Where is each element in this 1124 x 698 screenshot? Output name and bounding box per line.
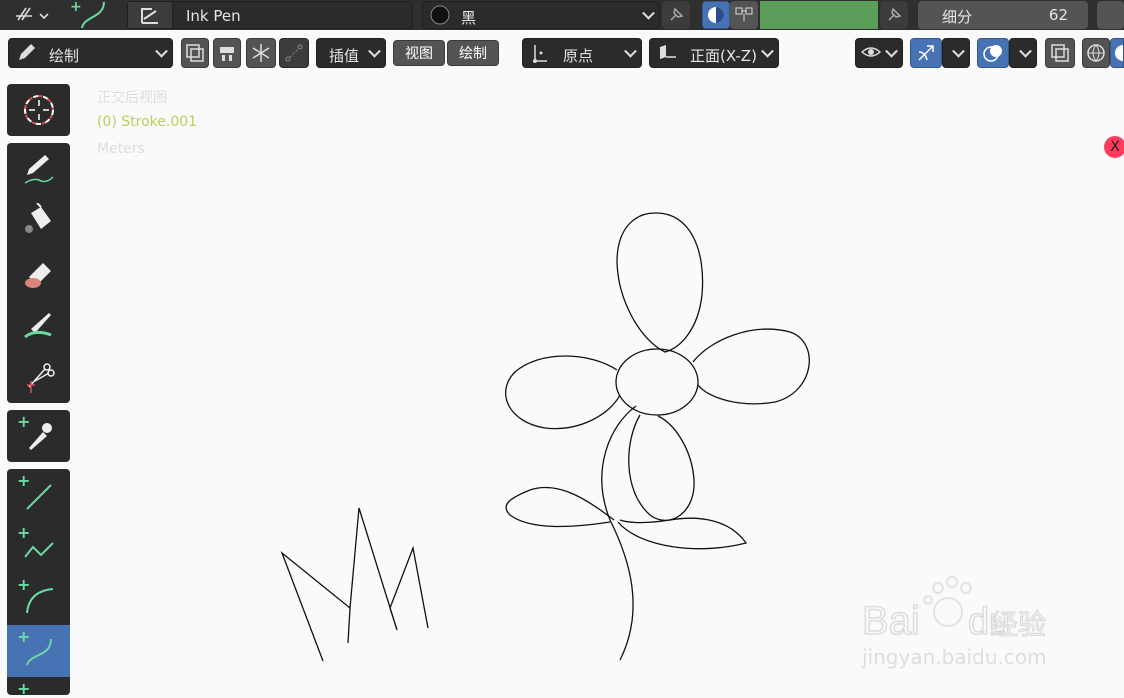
flower-drawing	[505, 212, 810, 661]
petal-top	[616, 212, 704, 353]
leaf-left	[505, 486, 615, 528]
leaf-right	[617, 517, 748, 550]
svg-text:Bai: Bai	[862, 599, 920, 643]
svg-text:经验: 经验	[990, 608, 1046, 641]
grass-blade	[347, 607, 351, 644]
svg-text:jingyan.baidu.com: jingyan.baidu.com	[861, 645, 1047, 669]
petal-left	[505, 355, 621, 430]
flower-center	[615, 348, 699, 416]
petal-bottom	[628, 414, 695, 521]
petal-right	[692, 328, 810, 405]
watermark: Bai du 经验 jingyan.baidu.com	[861, 576, 1047, 669]
grass-drawing	[280, 507, 429, 662]
grass-zigzag	[280, 507, 429, 662]
